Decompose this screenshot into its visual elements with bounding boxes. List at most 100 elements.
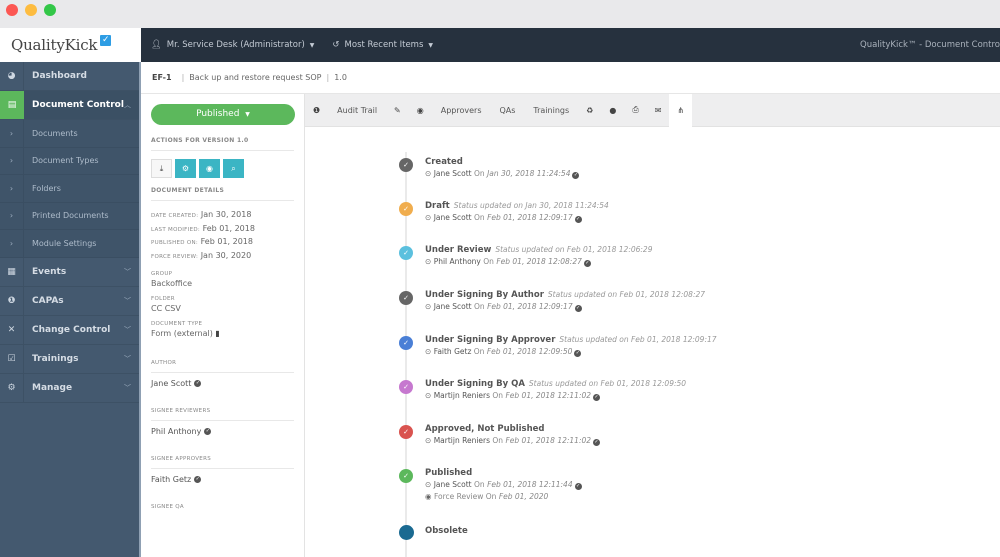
settings-button[interactable]: ⚙ — [175, 159, 196, 178]
tab-qas[interactable]: QAs — [490, 94, 524, 127]
sidebar-subitem-folders[interactable]: › Folders — [0, 175, 141, 203]
comment-icon: ● — [609, 105, 617, 115]
status-timeline: ✓ Created ⊙ Jane Scott On Jan 30, 2018 11:… — [305, 127, 1000, 557]
gear-icon: ⚙ — [0, 373, 24, 402]
timeline-signoff: ⊙ Martijn Reniers On Feb 01, 2018 12:11:… — [425, 436, 601, 446]
status-check-icon: ✓ — [399, 158, 413, 172]
sidebar-item-capas[interactable]: ❶ CAPAs ﹀ — [0, 286, 141, 316]
verified-icon: ✓ — [194, 380, 202, 387]
sidebar-item-document-control[interactable]: ▤ Document Control ︿ — [0, 91, 141, 120]
sidebar-item-manage[interactable]: ⚙ Manage ﹀ — [0, 373, 141, 403]
tab-approvers[interactable]: Approvers — [432, 94, 491, 127]
published-on-row: Published on: Feb 01, 2018 — [151, 236, 294, 250]
user-circle-icon: ⊙ — [425, 391, 432, 400]
timeline-signoff: ⊙ Jane Scott On Jan 30, 2018 11:24:54 ✓ — [425, 169, 580, 179]
timeline-signoff: ⊙ Phil Anthony On Feb 01, 2018 12:08:27 ✓ — [425, 257, 652, 267]
folder-value: CC CSV — [151, 304, 181, 313]
maximize-window-button[interactable] — [44, 4, 56, 16]
folder-label: Folder — [151, 296, 175, 302]
signoff-date: Feb 01, 2018 12:11:02 — [505, 436, 592, 445]
user-icon: 👤︎ — [151, 40, 162, 50]
status-check-icon: ✓ — [399, 336, 413, 350]
view-button[interactable]: ◉ — [199, 159, 220, 178]
tab-audit-trail[interactable]: Audit Trail — [328, 94, 386, 127]
eye-icon: ◉ — [425, 492, 432, 501]
tab-email[interactable]: ✉ — [647, 94, 670, 127]
search-button[interactable]: ⌕ — [223, 159, 244, 178]
tab-print[interactable]: ⎙ — [624, 94, 646, 127]
date-created-row: Date created: Jan 30, 2018 — [151, 209, 294, 223]
breadcrumb: EF-1 | Back up and restore request SOP |… — [141, 62, 1000, 94]
download-icon: ⤓ — [159, 163, 164, 173]
logo-check-icon: ✓ — [100, 34, 112, 46]
tab-view[interactable]: ◉ — [409, 94, 432, 127]
tab-edit[interactable]: ✎ — [386, 94, 409, 127]
close-window-button[interactable] — [6, 4, 18, 16]
sidebar-subitem-module-settings[interactable]: › Module Settings — [0, 230, 141, 258]
sidebar-subitem-document-types[interactable]: › Document Types — [0, 147, 141, 175]
signoff-user[interactable]: Phil Anthony — [434, 257, 481, 266]
envelope-icon: ✉ — [654, 105, 662, 115]
calendar-icon: ▦ — [0, 257, 24, 286]
signoff-user[interactable]: Jane Scott — [434, 480, 472, 489]
status-name: Under Signing By QA — [425, 379, 525, 389]
document-type-row: Form (external) ▮ — [151, 329, 294, 338]
timeline-text: Obsolete — [425, 526, 468, 536]
sidebar-item-label: CAPAs — [32, 295, 64, 306]
tab-trainings[interactable]: Trainings — [524, 94, 578, 127]
sidebar-item-change-control[interactable]: ✕ Change Control ﹀ — [0, 315, 141, 345]
sidebar-item-trainings[interactable]: ☑ Trainings ﹀ — [0, 344, 141, 374]
sidebar-subitem-documents[interactable]: › Documents — [0, 120, 141, 148]
user-menu[interactable]: 👤︎ Mr. Service Desk (Administrator) ▼ — [151, 40, 314, 50]
tab-comments[interactable]: ● — [601, 94, 624, 127]
status-updated: Status updated on Feb 01, 2018 12:09:50 — [528, 379, 687, 388]
checkbox-icon: ☑ — [0, 344, 24, 373]
signoff-on: On — [483, 257, 494, 266]
signoff-date: Jan 30, 2018 11:24:54 — [487, 169, 571, 178]
sidebar-item-events[interactable]: ▦ Events ﹀ — [0, 257, 141, 287]
status-label: Published — [196, 109, 240, 119]
signoff-user[interactable]: Martijn Reniers — [434, 391, 490, 400]
published-on-value: Feb 01, 2018 — [200, 237, 253, 246]
file-icon[interactable]: ▮ — [215, 329, 219, 338]
recent-items-menu[interactable]: ↺ Most Recent Items ▼ — [332, 40, 433, 50]
signoff-user[interactable]: Jane Scott — [434, 213, 472, 222]
print-icon: ⎙ — [632, 105, 639, 114]
author-label: Author — [151, 360, 177, 366]
status-name: Approved, Not Published — [425, 424, 545, 434]
status-check-icon: ✓ — [399, 291, 413, 305]
signoff-user[interactable]: Martijn Reniers — [434, 436, 490, 445]
signoff-user[interactable]: Faith Getz — [434, 347, 472, 356]
last-modified-value: Feb 01, 2018 — [202, 223, 255, 233]
signoff-user[interactable]: Jane Scott — [434, 302, 472, 311]
sidebar-subitem-printed-documents[interactable]: › Printed Documents — [0, 202, 141, 230]
sidebar-item-label: Trainings — [32, 353, 79, 364]
chevron-right-icon: › — [0, 147, 24, 174]
signoff-date: Feb 01, 2018 12:09:17 — [487, 302, 573, 311]
verified-icon: ✓ — [583, 260, 591, 267]
user-circle-icon: ⊙ — [425, 302, 432, 311]
sitemap-icon: ⋔ — [677, 105, 685, 115]
status-dropdown-button[interactable]: Published ▼ — [151, 104, 295, 125]
tab-recycle[interactable]: ♻ — [578, 94, 601, 127]
tab-label: Trainings — [533, 105, 570, 115]
timeline-signoff: ⊙ Jane Scott On Feb 01, 2018 12:11:44 ✓ — [425, 480, 582, 490]
signoff-user[interactable]: Jane Scott — [434, 169, 472, 178]
timeline-title: Published — [425, 468, 582, 478]
timeline-title: Under Review Status updated on Feb 01, 20… — [425, 245, 652, 255]
app-logo[interactable]: QualityKick ✓ — [0, 28, 141, 62]
sidebar-subitem-label: Module Settings — [32, 238, 97, 248]
user-circle-icon: ⊙ — [425, 436, 432, 445]
tab-workflow[interactable]: ⋔ — [669, 93, 693, 127]
app-title: QualityKick™ - Document Contro — [860, 40, 1000, 50]
tab-info[interactable]: ❶ — [305, 94, 328, 127]
history-icon: ↺ — [332, 40, 340, 50]
qa-label: Signee QA — [151, 504, 184, 510]
verified-icon: ✓ — [574, 216, 582, 223]
group-label: Group — [151, 271, 173, 277]
download-button[interactable]: ⤓ — [151, 159, 172, 178]
force-review-row: Force review: Jan 30, 2020 — [151, 250, 294, 264]
minimize-window-button[interactable] — [25, 4, 37, 16]
search-icon: ⌕ — [231, 163, 236, 173]
sidebar-item-dashboard[interactable]: ◕ Dashboard — [0, 62, 141, 91]
